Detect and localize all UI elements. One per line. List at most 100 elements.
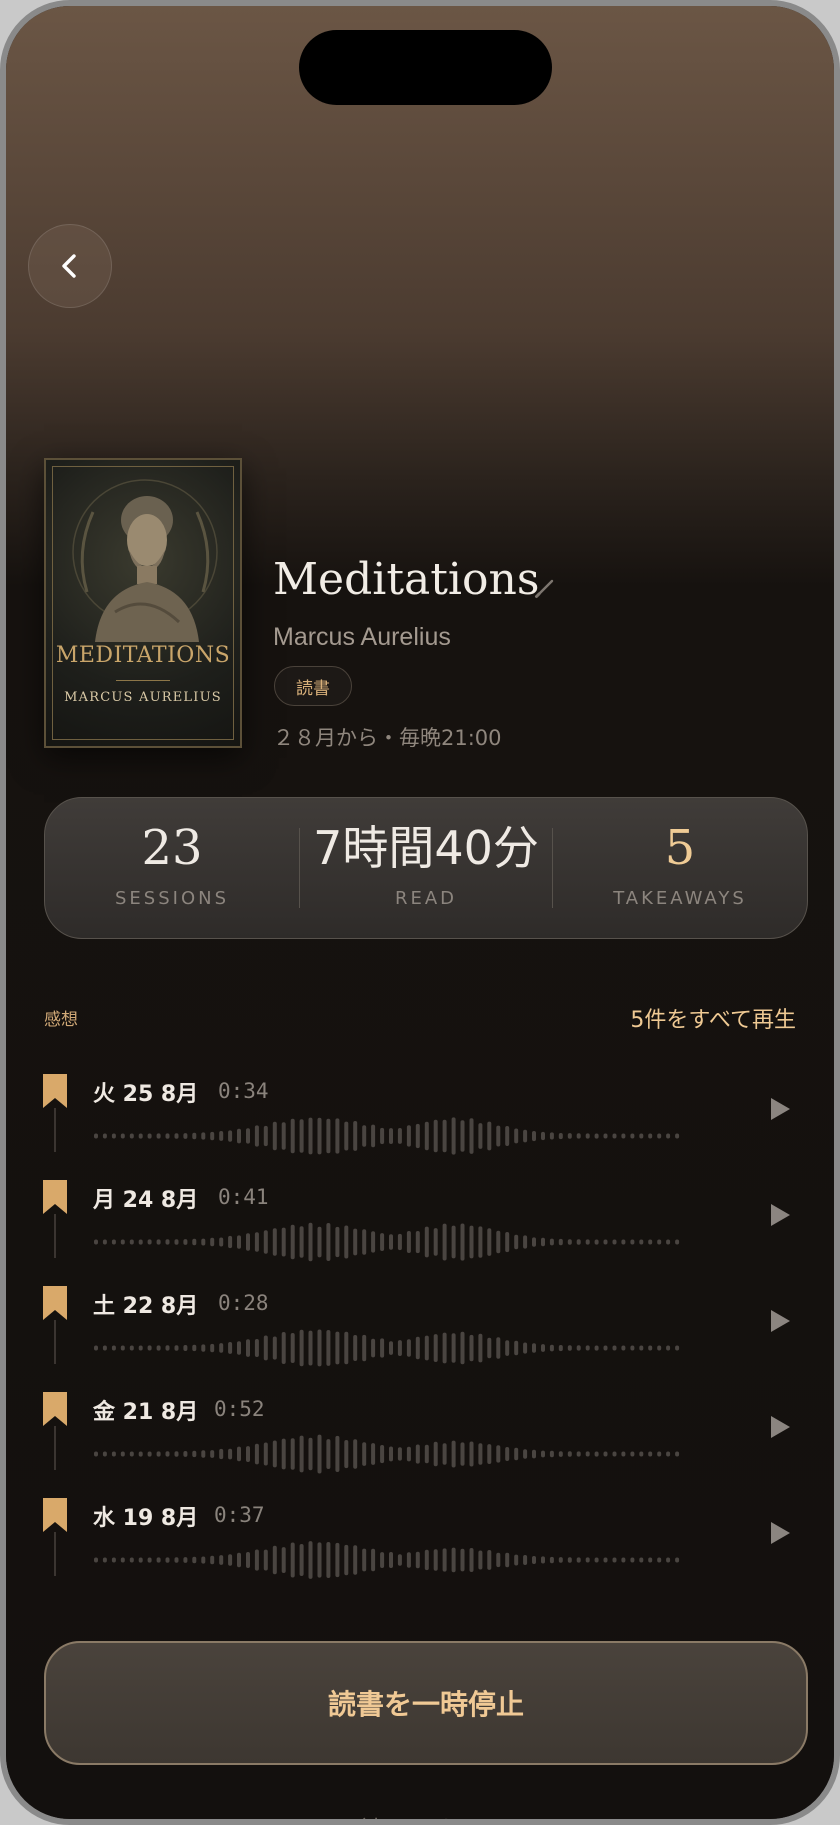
waveform-bar (675, 1345, 680, 1351)
play-icon[interactable] (764, 1412, 794, 1442)
waveform-bar (219, 1131, 224, 1141)
play-icon[interactable] (764, 1094, 794, 1124)
waveform-bar (478, 1333, 483, 1363)
waveform-bar (102, 1239, 107, 1245)
waveform-bar (675, 1133, 680, 1139)
waveform-bar (585, 1239, 590, 1245)
back-button[interactable] (28, 224, 112, 308)
waveform-bar (603, 1557, 608, 1563)
waveform-bar (281, 1547, 286, 1573)
stat-divider (299, 828, 300, 908)
waveform-bar (335, 1331, 340, 1365)
finish-reading-button[interactable]: 読了にする (6, 1810, 834, 1819)
waveform-bar (210, 1237, 215, 1247)
play-icon[interactable] (764, 1200, 794, 1230)
waveform-bar (433, 1441, 438, 1467)
waveform-bar (406, 1552, 411, 1568)
waveform-bar (201, 1344, 206, 1352)
waveform[interactable] (92, 1326, 682, 1370)
waveform-bar (174, 1133, 179, 1139)
waveform[interactable] (92, 1432, 682, 1476)
waveform-bar (451, 1225, 456, 1259)
waveform-bar (666, 1451, 671, 1457)
waveform-bar (380, 1127, 385, 1145)
waveform-bar (272, 1121, 277, 1151)
waveform-bar (237, 1235, 241, 1249)
waveform-bar (594, 1239, 599, 1245)
waveform-bar (237, 1552, 241, 1568)
waveform-bar (254, 1339, 259, 1357)
waveform-bar (380, 1552, 385, 1568)
waveform-bar (603, 1239, 608, 1245)
waveform-bar (603, 1451, 608, 1457)
waveform-bar (299, 1226, 304, 1258)
waveform-bar (648, 1451, 653, 1457)
waveform-bar (254, 1232, 259, 1252)
waveform-bar (585, 1133, 590, 1139)
waveform-bar (549, 1238, 554, 1246)
play-icon[interactable] (764, 1518, 794, 1548)
waveform-bar (567, 1557, 572, 1563)
waveform-bar (290, 1118, 295, 1154)
chevron-left-icon (62, 254, 76, 278)
pause-reading-button[interactable]: 読書を一時停止 (44, 1641, 808, 1765)
waveform-bar (317, 1226, 322, 1258)
waveform-bar (362, 1229, 367, 1255)
waveform-bar (344, 1225, 349, 1259)
stat-label: TAKEAWAYS (613, 888, 747, 909)
waveform-bar (317, 1434, 322, 1474)
pencil-icon[interactable] (533, 576, 557, 600)
waveform-bar (344, 1121, 349, 1151)
play-icon[interactable] (764, 1306, 794, 1336)
waveform-bar (514, 1554, 519, 1566)
waveform-bar (478, 1443, 483, 1465)
waveform-bar (129, 1451, 134, 1457)
waveform-bar (576, 1557, 581, 1563)
waveform-bar (147, 1451, 152, 1457)
waveform-bar (308, 1117, 313, 1155)
waveform-bar (541, 1237, 545, 1247)
play-all-button[interactable]: 5件をすべて再生 (630, 1002, 796, 1034)
list-item: 土 22 8月 0:28 (6, 1278, 834, 1384)
waveform-bar (219, 1555, 224, 1565)
waveform-bar (406, 1231, 411, 1253)
waveform-bar (147, 1133, 152, 1139)
waveform-bar (442, 1223, 447, 1261)
waveform-bar (299, 1544, 304, 1576)
waveform-bar (675, 1451, 680, 1457)
entry-date: 火 25 8月 (93, 1082, 199, 1107)
waveform-bar (263, 1125, 268, 1147)
stat-value: 5 (664, 820, 696, 876)
waveform-bar (344, 1331, 349, 1365)
waveform-bar (165, 1557, 170, 1563)
waveform-bar (228, 1448, 233, 1460)
waveform-bar (210, 1555, 215, 1565)
waveform-bar (469, 1441, 474, 1467)
waveform-bar (228, 1554, 233, 1566)
waveform-bar (335, 1542, 340, 1578)
waveform[interactable] (92, 1220, 682, 1264)
waveform-bar (460, 1223, 465, 1261)
entry-duration: 0:41 (218, 1185, 269, 1209)
waveform-bar (308, 1222, 313, 1262)
waveform-bar (558, 1345, 563, 1352)
bookmark-icon (43, 1286, 67, 1320)
waveform-bar (496, 1552, 501, 1568)
waveform-bar (111, 1557, 116, 1563)
waveform[interactable] (92, 1538, 682, 1582)
waveform-bar (442, 1548, 447, 1572)
stat-value: 7時間40分 (313, 821, 539, 875)
waveform-bar (397, 1447, 402, 1461)
waveform-bar (183, 1239, 188, 1245)
entry-duration: 0:34 (218, 1079, 269, 1103)
waveform[interactable] (92, 1114, 682, 1158)
waveform-bar (228, 1130, 233, 1142)
waveform-bar (290, 1438, 295, 1470)
waveform-bar (442, 1119, 447, 1153)
waveform-bar (603, 1345, 608, 1351)
waveform-bar (111, 1239, 116, 1245)
waveform-bar (487, 1121, 492, 1151)
waveform-bar (397, 1554, 402, 1566)
waveform-bar (174, 1345, 179, 1351)
waveform-bar (532, 1237, 536, 1247)
